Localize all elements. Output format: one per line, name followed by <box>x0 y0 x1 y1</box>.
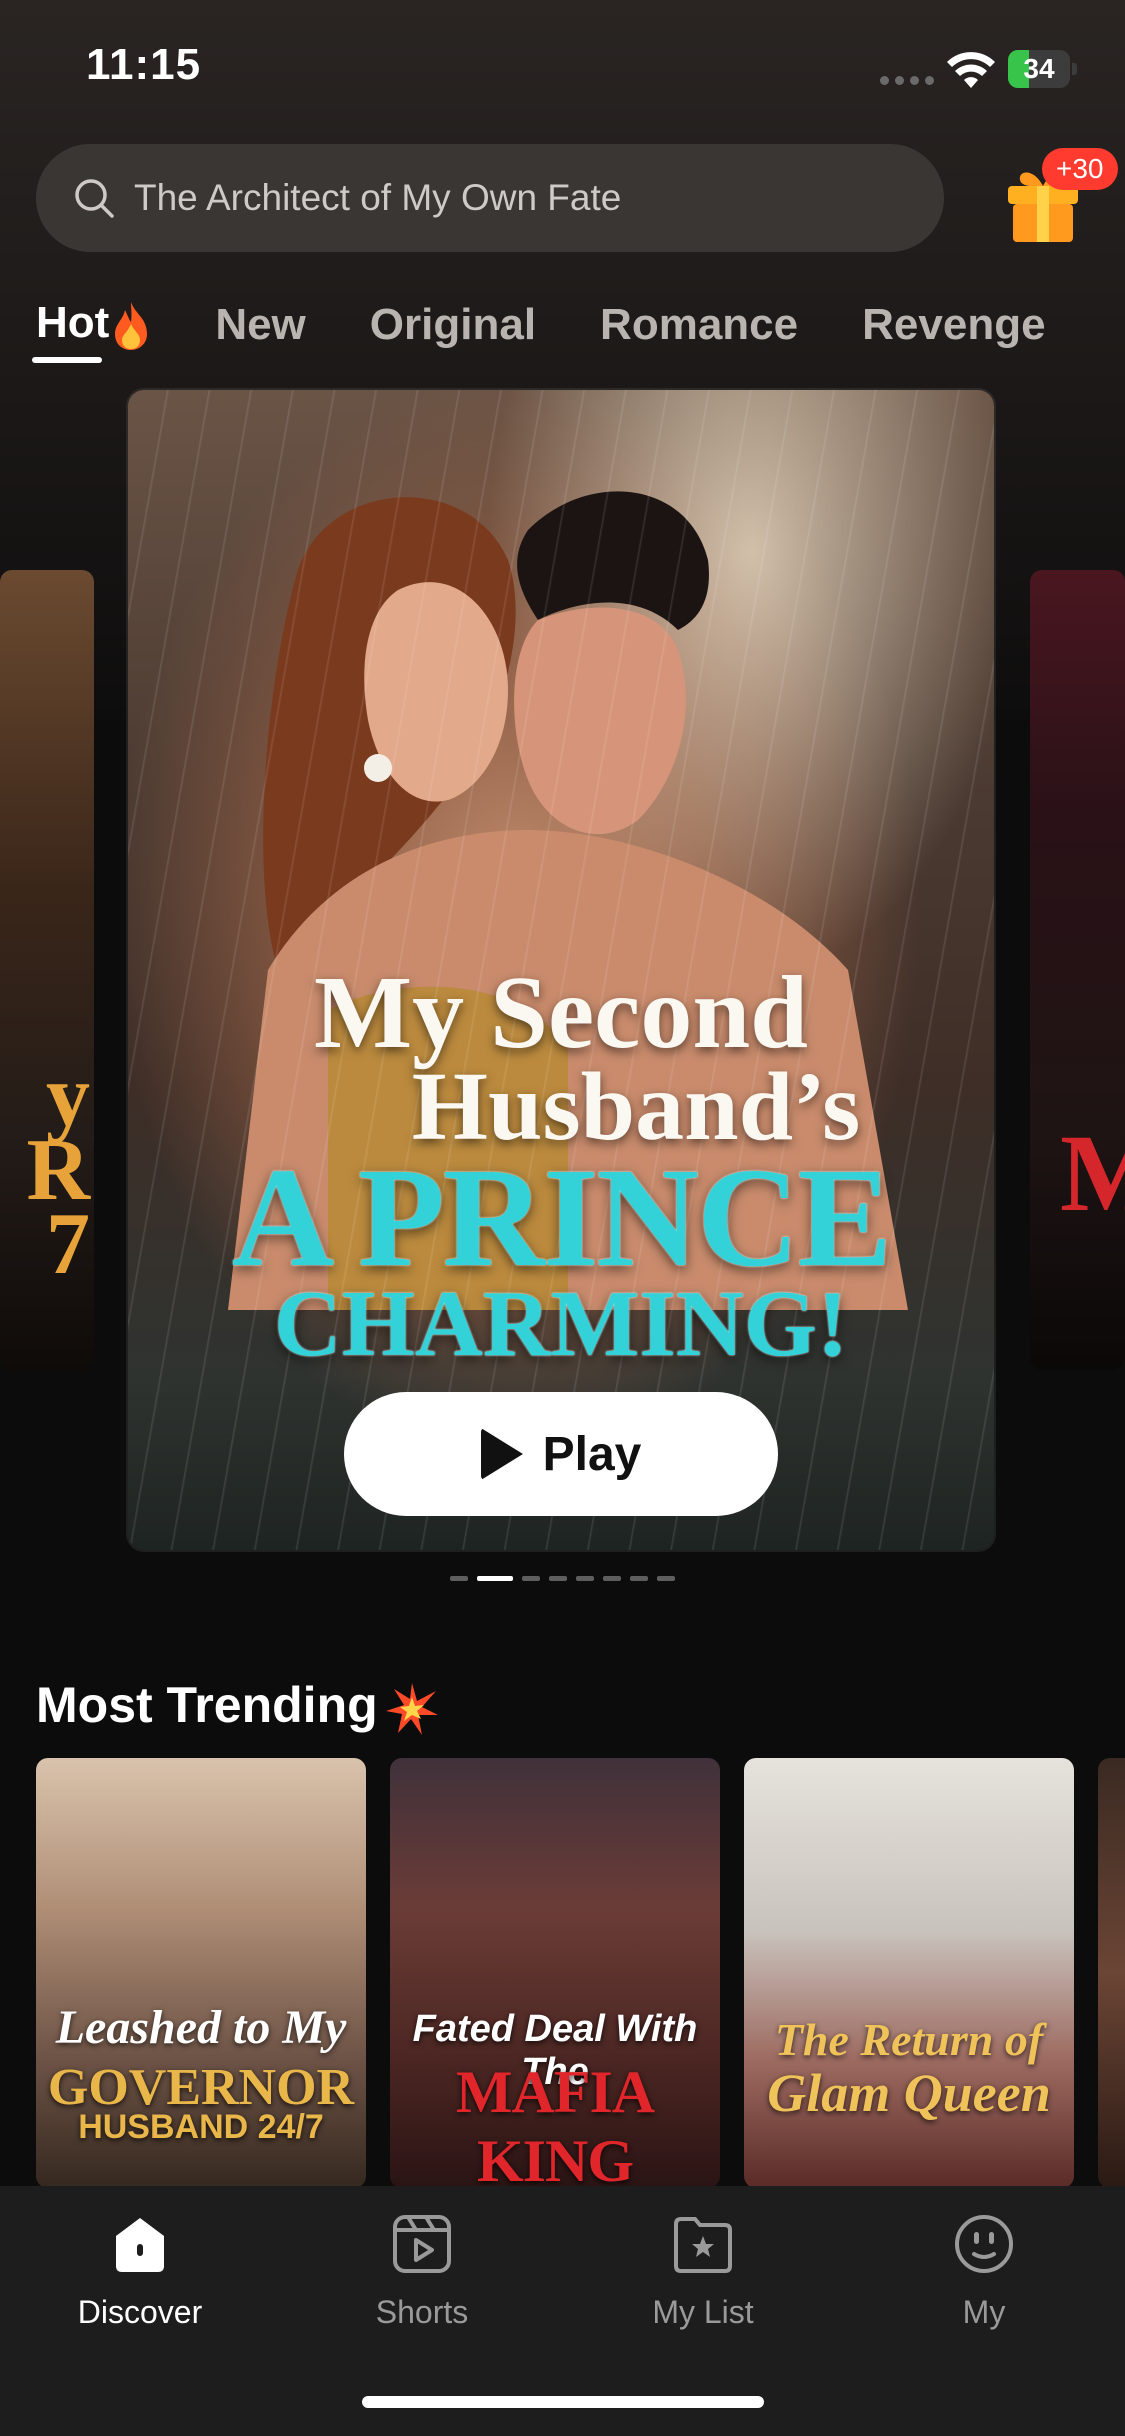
active-tab-indicator <box>32 357 102 363</box>
section-title-most-trending: Most Trending <box>36 1676 440 1737</box>
trending-card-title-line1: The Return of <box>774 2014 1044 2065</box>
nav-my-list[interactable]: My List <box>603 2212 803 2331</box>
play-icon <box>480 1428 523 1480</box>
tab-romance[interactable]: Romance <box>600 300 798 350</box>
pager-dot <box>522 1576 540 1581</box>
trending-card[interactable]: The Return of Glam Queen <box>744 1758 1074 2188</box>
pager-dot <box>603 1576 621 1581</box>
status-time: 11:15 <box>86 40 202 89</box>
pager-dot <box>549 1576 567 1581</box>
poster-title: My Second Husband’s A PRINCE CHARMING! <box>128 955 994 1372</box>
featured-poster[interactable]: My Second Husband’s A PRINCE CHARMING! P… <box>128 390 994 1550</box>
trending-card[interactable]: Leashed to My GOVERNOR HUSBAND 24/7 <box>36 1758 366 2188</box>
home-icon <box>116 2218 164 2272</box>
profile-face-icon <box>955 2215 1013 2273</box>
next-card-title: M <box>1060 1112 1125 1234</box>
nav-discover[interactable]: Discover <box>40 2212 240 2331</box>
carousel-pager <box>450 1576 675 1582</box>
tab-revenge[interactable]: Revenge <box>862 300 1045 350</box>
battery-percentage: 34 <box>1023 53 1055 84</box>
nav-shorts-label: Shorts <box>375 2294 469 2330</box>
tab-original[interactable]: Original <box>370 300 536 350</box>
pager-dot <box>657 1576 675 1581</box>
nav-my-list-label: My List <box>652 2294 754 2330</box>
trending-card-title-line3: HUSBAND 24/7 <box>78 2108 324 2146</box>
poster-title-line1: My Second <box>314 955 808 1070</box>
pager-dot <box>576 1576 594 1581</box>
pager-dot <box>450 1576 468 1581</box>
tab-new[interactable]: New <box>215 300 305 350</box>
pager-dot <box>477 1576 513 1581</box>
trending-card[interactable]: Fated Deal With The MAFIA KING <box>390 1758 720 2188</box>
star-folder-icon <box>674 2217 732 2273</box>
tab-hot[interactable]: Hot <box>36 298 151 351</box>
carousel-card-previous[interactable]: y R 7 <box>0 570 94 1370</box>
status-bar: 11:15 34 <box>0 0 1125 130</box>
play-button-label: Play <box>542 1427 642 1481</box>
nav-my[interactable]: My <box>884 2212 1084 2331</box>
shorts-play-icon <box>393 2215 451 2273</box>
category-tabs: Hot New Original Romance Revenge <box>36 290 1110 360</box>
trending-card-title-line2: MAFIA KING <box>455 2059 655 2188</box>
burst-icon <box>385 1682 438 1735</box>
poster-title-line3: A PRINCE <box>231 1138 893 1296</box>
wifi-icon <box>947 52 995 88</box>
previous-card-title: y R 7 <box>26 1048 90 1293</box>
play-button[interactable]: Play <box>344 1392 778 1516</box>
nav-my-label: My <box>962 2294 1006 2330</box>
nav-discover-label: Discover <box>77 2294 203 2330</box>
trending-card-partial[interactable] <box>1098 1758 1125 2188</box>
search-bar[interactable]: The Architect of My Own Fate <box>36 144 944 252</box>
search-placeholder: The Architect of My Own Fate <box>134 177 622 218</box>
carousel-card-next[interactable]: M <box>1030 570 1125 1370</box>
search-icon <box>75 179 114 218</box>
home-indicator <box>362 2396 764 2408</box>
pager-dot <box>630 1576 648 1581</box>
trending-card-title-line2: Glam Queen <box>767 2063 1051 2123</box>
cellular-signal-icon <box>880 76 936 86</box>
gift-badge: +30 <box>1042 148 1118 190</box>
flame-icon <box>115 301 148 350</box>
nav-shorts[interactable]: Shorts <box>322 2212 522 2331</box>
battery-icon: 34 <box>1008 50 1078 88</box>
trending-card-title-line1: Leashed to My <box>55 2001 347 2054</box>
trending-list: Leashed to My GOVERNOR HUSBAND 24/7 Fate… <box>36 1758 1125 2188</box>
